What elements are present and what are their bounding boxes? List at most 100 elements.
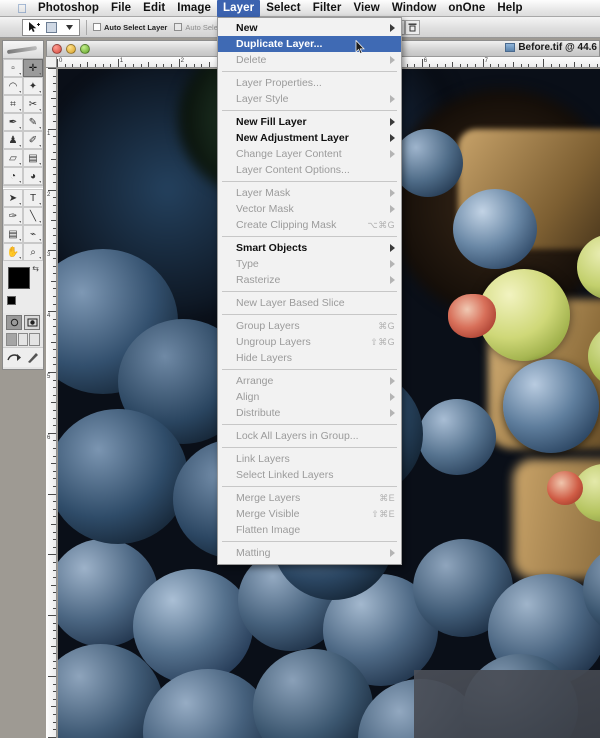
blur-tool-icon[interactable]: ◔ [3, 167, 23, 185]
menu-file[interactable]: File [105, 0, 137, 17]
toolbox-tool-grid: ▫ ✛ ◠ ✦ ⌗ ✂ ✒ ✎ ♟ ✐ ▱ ▤ ◔ ◕ [3, 59, 43, 185]
magic-wand-tool-icon[interactable]: ✦ [23, 77, 43, 95]
ruler-label: 3 [47, 252, 51, 259]
menu-filter[interactable]: Filter [307, 0, 348, 17]
notes-tool-icon[interactable]: ▤ [3, 225, 23, 243]
lasso-tool-icon[interactable]: ◠ [3, 77, 23, 95]
quick-mask-mode-button[interactable] [24, 315, 40, 330]
history-brush-tool-icon[interactable]: ✐ [23, 131, 43, 149]
menu-item-duplicate-layer[interactable]: Duplicate Layer... [218, 36, 401, 52]
ruler-tick [53, 106, 56, 107]
tool-preset-picker[interactable] [22, 18, 80, 36]
ruler-tick [102, 64, 104, 67]
menu-item-label: Delete [236, 54, 267, 66]
line-tool-icon[interactable]: ╲ [23, 207, 43, 225]
menu-layer[interactable]: Layer [217, 0, 261, 17]
menu-item-new-adjustment-layer[interactable]: New Adjustment Layer [218, 130, 401, 146]
menu-item-label: Align [236, 391, 260, 403]
close-window-button[interactable] [52, 43, 62, 54]
path-selection-tool-icon[interactable]: ➤ [3, 189, 23, 207]
eraser-tool-icon[interactable]: ▱ [3, 149, 23, 167]
ruler-origin[interactable] [46, 57, 57, 68]
ruler-tick [573, 62, 575, 67]
gray-overlay-panel [414, 670, 600, 738]
ruler-tick [53, 539, 56, 541]
chevron-down-icon[interactable] [61, 20, 77, 34]
ruler-tick [53, 683, 56, 685]
ruler-tick [53, 90, 56, 92]
ruler-tick [596, 64, 598, 67]
menu-item-label: Layer Properties... [236, 77, 322, 89]
ruler-tick [406, 64, 408, 67]
pen-tool-icon[interactable]: ✑ [3, 207, 23, 225]
submenu-arrow-icon [390, 205, 395, 213]
ruler-tick [53, 273, 56, 275]
healing-brush-tool-icon[interactable]: ✒ [3, 113, 23, 131]
ruler-tick [163, 64, 165, 67]
align-right-edges-icon[interactable] [405, 19, 420, 35]
toolbox-drag-handle[interactable] [3, 41, 43, 59]
brush-tool-icon[interactable]: ✎ [23, 113, 43, 131]
menu-select[interactable]: Select [260, 0, 306, 17]
ruler-tick [53, 660, 56, 662]
ruler-tick [53, 204, 56, 206]
ruler-tick [110, 64, 112, 67]
menu-item-new-fill-layer[interactable]: New Fill Layer [218, 114, 401, 130]
menu-view[interactable]: View [347, 0, 385, 17]
menu-help[interactable]: Help [491, 0, 528, 17]
ruler-tick [48, 554, 56, 556]
menu-item-label: Group Layers [236, 320, 300, 332]
slice-tool-icon[interactable]: ✂ [23, 95, 43, 113]
swap-colors-icon[interactable]: ⇆ [32, 264, 39, 273]
eyedropper-tool-icon[interactable]: ⌁ [23, 225, 43, 243]
ruler-tick [53, 136, 56, 138]
menu-photoshop[interactable]: Photoshop [32, 0, 105, 17]
menu-edit[interactable]: Edit [137, 0, 171, 17]
ruler-tick [193, 64, 195, 67]
ruler-tick [53, 113, 56, 115]
ruler-tick [53, 607, 56, 609]
crop-tool-icon[interactable]: ⌗ [3, 95, 23, 113]
screen-mode-buttons [3, 332, 43, 347]
jump-to-imageready-button[interactable] [3, 347, 43, 367]
marquee-tool-icon[interactable]: ▫ [3, 59, 23, 77]
menu-image[interactable]: Image [171, 0, 217, 17]
clone-stamp-tool-icon[interactable]: ♟ [3, 131, 23, 149]
dodge-tool-icon[interactable]: ◕ [23, 167, 43, 185]
gradient-tool-icon[interactable]: ▤ [23, 149, 43, 167]
move-tool-icon[interactable]: ✛ [23, 59, 43, 77]
vertical-ruler[interactable]: 1 2 3 4 5 6 [46, 68, 57, 738]
submenu-arrow-icon [390, 95, 395, 103]
zoom-tool-icon[interactable]: ⌕ [23, 243, 43, 261]
minimize-window-button[interactable] [66, 43, 76, 54]
hand-tool-icon[interactable]: ✋ [3, 243, 23, 261]
foreground-color-swatch[interactable] [8, 267, 30, 289]
type-tool-icon[interactable]: T [23, 189, 43, 207]
full-screen-button[interactable] [29, 333, 41, 346]
menu-onone[interactable]: onOne [442, 0, 491, 17]
ruler-tick [53, 166, 56, 168]
menu-separator [222, 291, 397, 292]
ruler-tick [53, 721, 56, 723]
ruler-tick [53, 144, 56, 145]
window-controls [52, 43, 90, 54]
standard-mask-mode-button[interactable] [6, 315, 22, 330]
auto-select-layer-checkbox[interactable]: Auto Select Layer [93, 23, 167, 32]
menu-item-new-layer-based-slice: New Layer Based Slice [218, 295, 401, 311]
menu-window[interactable]: Window [386, 0, 443, 17]
ruler-tick [53, 501, 56, 503]
standard-screen-mode-button[interactable] [6, 333, 17, 346]
ruler-tick [53, 440, 56, 442]
zoom-window-button[interactable] [80, 43, 90, 54]
ruler-tick [53, 75, 56, 77]
options-divider [86, 19, 87, 35]
ruler-tick [459, 64, 461, 67]
default-colors-icon[interactable] [7, 296, 16, 305]
menu-item-group-layers: Group Layers ⌘G [218, 318, 401, 334]
menu-item-label: Layer Style [236, 93, 289, 105]
tool-preset-swatch[interactable] [43, 20, 59, 34]
menu-item-new[interactable]: New [218, 20, 401, 36]
full-screen-menubar-button[interactable] [17, 333, 29, 346]
apple-logo-icon[interactable]:  [12, 1, 32, 16]
menu-item-smart-objects[interactable]: Smart Objects [218, 240, 401, 256]
